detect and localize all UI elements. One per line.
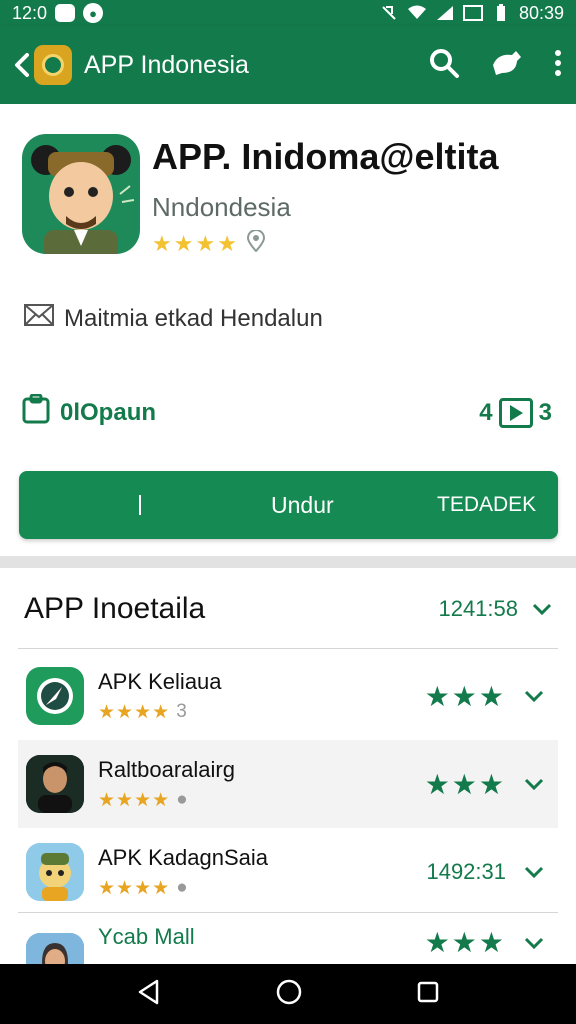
star-icon: ★ xyxy=(116,877,134,899)
star-icon: ★ xyxy=(98,789,116,811)
mail-icon xyxy=(24,304,54,333)
chevron-down-icon[interactable] xyxy=(524,866,544,878)
list-item-count: 3 xyxy=(176,701,187,722)
app-title: APP. Inidoma@eltita xyxy=(152,136,499,177)
list-item-count: 1492:31 xyxy=(426,859,506,884)
star-icon: ★ xyxy=(134,877,152,899)
message-row[interactable]: Maitmia etkad Hendalun xyxy=(24,304,323,333)
notification-icon xyxy=(55,4,76,22)
list-title: APP Inoetaila xyxy=(24,592,206,625)
size-label: 0lOpaun xyxy=(60,398,157,426)
install-button[interactable]: Undur TEDADEK xyxy=(19,471,558,539)
data-icon xyxy=(462,4,483,22)
play-icon[interactable] xyxy=(498,397,533,428)
install-label: Undur xyxy=(271,492,334,518)
clipboard-icon xyxy=(22,393,50,431)
share-icon[interactable] xyxy=(490,49,524,82)
app-bar: APP Indonesia xyxy=(0,26,576,104)
star-icon: ★ xyxy=(152,231,172,256)
chevron-down-icon[interactable] xyxy=(524,778,544,790)
more-vert-icon[interactable] xyxy=(554,49,562,82)
star-icon: ★ xyxy=(116,701,134,723)
chat-icon: ● xyxy=(83,3,104,23)
green-stars-icon: ★★★ xyxy=(424,927,506,958)
home-nav-icon[interactable] xyxy=(276,979,302,1010)
size-row: 0lOpaun 4 3 xyxy=(22,393,552,431)
location-pin-icon: ● xyxy=(176,877,188,898)
list-item-name: Raltboaralairg xyxy=(98,756,235,782)
star-icon: ★ xyxy=(217,231,237,256)
app-rating: ★ ★ ★ ★ xyxy=(152,229,265,258)
green-stars-icon: ★★★ xyxy=(424,768,506,800)
status-time: 12:0 xyxy=(12,2,48,23)
back-button[interactable] xyxy=(14,45,72,85)
list-header[interactable]: APP Inoetaila 1241:58 xyxy=(24,592,552,626)
list-item-rating: ★ ★ ★ ★ ● xyxy=(98,877,268,900)
ribbon-icon: ● xyxy=(176,789,188,810)
green-stars-icon: ★★★ xyxy=(424,680,506,712)
avatar xyxy=(26,933,84,964)
chevron-down-icon[interactable] xyxy=(524,937,544,949)
message-text: Maitmia etkad Hendalun xyxy=(64,304,323,332)
size-right-a: 4 xyxy=(479,398,493,426)
list-item-rating: ★ ★ ★ ★ 3 xyxy=(98,701,222,724)
avatar xyxy=(26,755,84,813)
back-nav-icon[interactable] xyxy=(137,979,161,1010)
app-detail-header: APP. Inidoma@eltita Nndondesia ★ ★ ★ ★ M… xyxy=(0,104,576,554)
star-icon: ★ xyxy=(134,701,152,723)
install-divider xyxy=(139,495,141,515)
chevron-down-icon xyxy=(532,603,552,615)
list-item[interactable]: APK KadagnSaia ★ ★ ★ ★ ● 1492:31 xyxy=(18,828,558,916)
app-icon xyxy=(22,134,140,254)
list-item[interactable]: Raltboaralairg ★ ★ ★ ★ ● ★★★ xyxy=(18,740,558,828)
location-pin-icon xyxy=(246,229,265,258)
star-icon: ★ xyxy=(173,231,194,256)
star-icon: ★ xyxy=(116,789,134,811)
app-logo xyxy=(34,45,72,85)
size-right-b: 3 xyxy=(538,398,552,426)
system-nav-bar xyxy=(0,964,576,1024)
battery-icon xyxy=(491,4,511,22)
mute-icon xyxy=(379,4,399,22)
list-item-name: APK KadagnSaia xyxy=(98,844,269,870)
star-icon: ★ xyxy=(98,701,116,723)
list-item[interactable]: Ycab Mall ★★★ xyxy=(18,918,558,964)
search-icon[interactable] xyxy=(428,47,460,84)
wifi-icon xyxy=(407,4,427,22)
chevron-left-icon xyxy=(15,53,29,77)
app-bar-title: APP Indonesia xyxy=(84,50,249,79)
list-item-name: APK Keliaua xyxy=(98,668,222,694)
related-apps-section: APP Inoetaila 1241:58 APK Keliaua ★ ★ ★ ★ 3… xyxy=(0,568,576,964)
cartoon-icon xyxy=(26,843,84,901)
star-icon: ★ xyxy=(134,789,152,811)
battery-time: 80:39 xyxy=(518,2,564,23)
list-item-rating: ★ ★ ★ ★ ● xyxy=(98,789,235,812)
section-divider xyxy=(0,556,576,568)
signal-icon xyxy=(435,4,455,22)
compass-icon xyxy=(26,667,84,725)
list-item[interactable]: APK Keliaua ★ ★ ★ ★ 3 ★★★ xyxy=(18,652,558,740)
list-divider xyxy=(18,912,558,913)
recents-nav-icon[interactable] xyxy=(417,981,439,1008)
star-icon: ★ xyxy=(152,877,170,899)
app-developer: Nndondesia xyxy=(152,192,291,222)
star-icon: ★ xyxy=(152,701,170,723)
star-icon: ★ xyxy=(195,231,216,256)
chevron-down-icon[interactable] xyxy=(524,690,544,702)
star-icon: ★ xyxy=(98,877,116,899)
status-bar: 12:0 ● 80:39 xyxy=(0,0,576,26)
list-divider xyxy=(18,648,558,649)
list-item-name: Ycab Mall xyxy=(98,924,195,949)
install-extra-label: TEDADEK xyxy=(437,493,537,516)
list-count: 1241:58 xyxy=(438,596,518,621)
star-icon: ★ xyxy=(152,789,170,811)
